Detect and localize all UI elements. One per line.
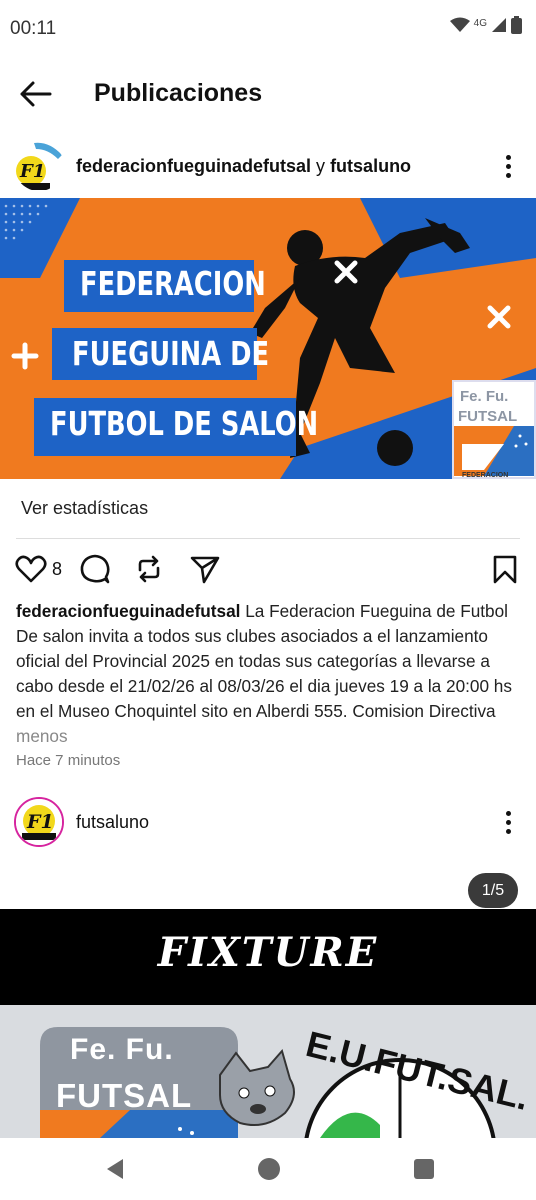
- banner-line2: FUEGUINA DE: [72, 334, 270, 373]
- caption-less-link[interactable]: menos: [16, 726, 68, 746]
- carousel-counter: 1/5: [468, 873, 518, 908]
- battery-icon: [511, 16, 522, 39]
- repost-button[interactable]: [132, 552, 166, 586]
- comment-button[interactable]: [78, 552, 112, 586]
- dot-icon: [505, 163, 511, 169]
- comment-icon: [80, 554, 110, 584]
- save-button[interactable]: [488, 552, 522, 586]
- dot-icon: [505, 819, 511, 825]
- view-insights-link[interactable]: Ver estadísticas: [21, 498, 148, 519]
- fixture-title: FIXTURE: [157, 929, 379, 976]
- post-timestamp: Hace 7 minutos: [16, 752, 121, 769]
- wifi-icon: [449, 17, 470, 38]
- repost-icon: [138, 555, 160, 583]
- caption-username[interactable]: federacionfueguinadefutsal: [16, 601, 240, 621]
- logo-line1: Fe. Fu.: [70, 1033, 174, 1066]
- bookmark-icon: [493, 555, 517, 584]
- nav-recents-button[interactable]: [412, 1157, 436, 1181]
- author-username[interactable]: federacionfueguinadefutsal: [76, 156, 311, 176]
- back-button[interactable]: [18, 78, 54, 110]
- share-icon: [190, 556, 220, 584]
- back-triangle-icon: [107, 1159, 123, 1179]
- heart-icon: [15, 555, 47, 583]
- arrow-left-icon: [20, 81, 52, 107]
- logo-line2: FUTSAL: [56, 1077, 193, 1114]
- post-header: F1 futsaluno: [0, 790, 536, 854]
- post-author[interactable]: federacionfueguinadefutsal y futsaluno: [76, 156, 411, 177]
- signal-icon: [491, 17, 507, 38]
- badge-line1: Fe. Fu.: [460, 388, 509, 405]
- app-header: Publicaciones: [0, 58, 536, 130]
- status-bar: 00:11 4G: [0, 0, 536, 58]
- banner-line1: FEDERACION: [80, 264, 266, 303]
- more-options-button[interactable]: [496, 148, 520, 184]
- svg-text:F1: F1: [26, 811, 54, 833]
- status-time: 00:11: [10, 18, 57, 39]
- avatar[interactable]: F1: [14, 797, 64, 847]
- nav-home-button[interactable]: [257, 1157, 281, 1181]
- post-caption: federacionfueguinadefutsal La Federacion…: [16, 599, 522, 749]
- post-image-lower[interactable]: Fe. Fu. FUTSAL E.U.FUT.SAL.: [0, 1005, 536, 1138]
- recents-square-icon: [414, 1159, 434, 1179]
- divider: [16, 538, 520, 539]
- nav-back-button[interactable]: [103, 1157, 127, 1181]
- post-author[interactable]: futsaluno: [76, 812, 149, 833]
- system-nav-bar: [0, 1138, 536, 1200]
- dot-icon: [505, 828, 511, 834]
- dot-icon: [505, 154, 511, 160]
- banner-line3: FUTBOL DE SALON: [50, 404, 319, 443]
- avatar[interactable]: F1: [14, 141, 64, 191]
- svg-text:F1: F1: [19, 161, 45, 182]
- badge-flag: [454, 426, 534, 476]
- page-title: Publicaciones: [94, 79, 263, 107]
- author-collaborator[interactable]: futsaluno: [330, 156, 411, 176]
- post-image[interactable]: FIXTURE: [0, 909, 536, 1005]
- more-options-button[interactable]: [496, 804, 520, 840]
- like-button[interactable]: [14, 552, 48, 586]
- dot-icon: [505, 172, 511, 178]
- badge-line2: FUTSAL: [458, 408, 518, 425]
- author-joiner: y: [311, 156, 331, 176]
- network-type-label: 4G: [473, 18, 487, 29]
- post-header: F1 federacionfueguinadefutsal y futsalun…: [0, 134, 536, 198]
- dot-icon: [505, 810, 511, 816]
- post-actions: 8: [0, 548, 536, 590]
- fefu-logo: Fe. Fu. FUTSAL FEDERACION: [452, 380, 536, 479]
- like-count[interactable]: 8: [52, 559, 62, 580]
- badge-footer: FEDERACION: [462, 472, 509, 479]
- home-circle-icon: [258, 1158, 280, 1180]
- share-button[interactable]: [188, 552, 222, 586]
- status-icons: 4G: [449, 16, 522, 39]
